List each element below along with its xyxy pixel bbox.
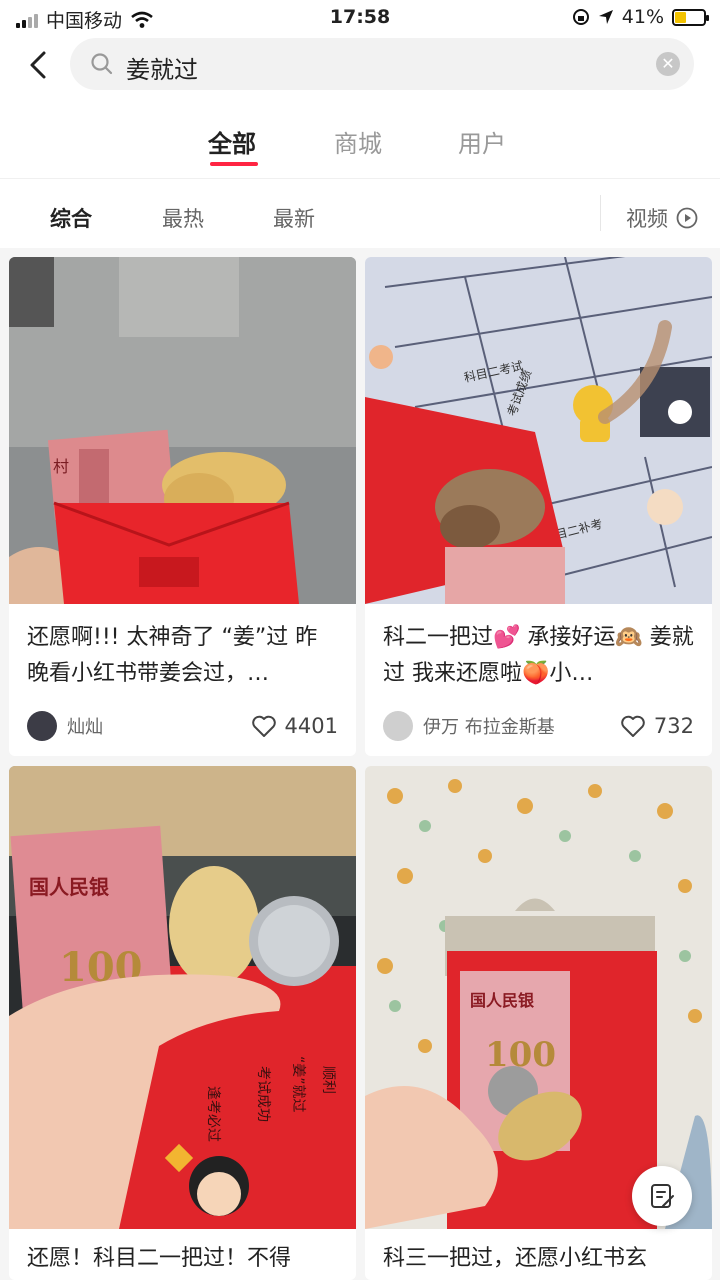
battery-percent: 41% xyxy=(621,6,664,28)
note-card[interactable]: 国人民银 100 考试成功 “姜”就过 顺利 逢考必过 还愿！科目二一把过！不得 xyxy=(9,766,356,1280)
edit-note-icon xyxy=(651,1184,674,1208)
filter-hottest[interactable]: 最热 xyxy=(162,203,204,233)
note-title[interactable]: 还愿啊!!! 太神奇了 “姜”过 昨晚看小红书带姜会过，… xyxy=(9,604,356,696)
note-cover-image[interactable]: 国人民银 100 xyxy=(365,766,712,1229)
note-meta: 伊万 布拉金斯基 732 xyxy=(383,710,694,742)
play-circle-icon xyxy=(676,207,698,229)
banknote-text: 国人民银 xyxy=(29,875,110,899)
filter-newest[interactable]: 最新 xyxy=(273,203,315,233)
banknote-text: 国人民银 xyxy=(470,991,535,1010)
envelope-text: 逢考必过 xyxy=(205,1086,221,1142)
active-tab-indicator xyxy=(210,162,258,166)
note-title[interactable]: 还愿！科目二一把过！不得 xyxy=(9,1229,356,1280)
note-meta: 灿灿 4401 xyxy=(27,710,338,742)
note-card[interactable]: 村 还愿啊!!! 太神奇了 “姜”过 昨晚看小红书带姜会过，… 灿灿 4401 xyxy=(9,257,356,756)
author-name[interactable]: 伊万 布拉金斯基 xyxy=(423,713,620,739)
tab-all[interactable]: 全部 xyxy=(208,124,256,159)
divider xyxy=(600,195,601,231)
banknote-text: 村 xyxy=(53,457,69,476)
status-bar: 中国移动 17:58 41% xyxy=(0,0,720,36)
orientation-lock-icon xyxy=(572,9,589,25)
filter-comprehensive[interactable]: 综合 xyxy=(50,203,92,233)
search-icon xyxy=(91,53,113,75)
envelope-text: 考试成功 xyxy=(255,1066,271,1122)
note-card[interactable]: 科目二考试 考试成绩 科目二补考 科二一把过💕 承接好运🙉 姜就过 我来还愿啦🍑… xyxy=(365,257,712,756)
heart-icon xyxy=(251,715,276,737)
location-icon xyxy=(598,10,613,24)
result-tabs: 全部 商城 用户 xyxy=(0,120,720,172)
like-count: 732 xyxy=(653,714,694,738)
create-note-button[interactable] xyxy=(632,1166,692,1226)
clear-icon[interactable]: ✕ xyxy=(656,52,680,76)
search-query[interactable]: 姜就过 xyxy=(126,50,198,85)
note-cover-image[interactable]: 国人民银 100 考试成功 “姜”就过 顺利 逢考必过 xyxy=(9,766,356,1229)
tab-mall[interactable]: 商城 xyxy=(334,124,382,159)
video-filter-button[interactable]: 视频 xyxy=(626,203,698,233)
search-input[interactable]: 姜就过 ✕ xyxy=(70,38,694,90)
envelope-text: “姜”就过 xyxy=(290,1056,306,1113)
author-name[interactable]: 灿灿 xyxy=(67,713,251,739)
avatar[interactable] xyxy=(383,711,413,741)
note-cover-image[interactable]: 科目二考试 考试成绩 科目二补考 xyxy=(365,257,712,604)
like-button[interactable]: 732 xyxy=(620,714,694,738)
video-filter-label: 视频 xyxy=(626,207,668,231)
note-cover-image[interactable]: 村 xyxy=(9,257,356,604)
filter-bar: 综合 最热 最新 视频 xyxy=(0,178,720,248)
avatar[interactable] xyxy=(27,711,57,741)
envelope-text: 顺利 xyxy=(320,1066,336,1094)
search-header: 姜就过 ✕ 全部 商城 用户 xyxy=(0,36,720,178)
battery-icon xyxy=(672,8,709,26)
tab-users[interactable]: 用户 xyxy=(458,124,506,159)
heart-icon xyxy=(621,715,645,737)
back-button[interactable] xyxy=(22,48,56,82)
battery-level xyxy=(675,11,686,23)
note-title[interactable]: 科二一把过💕 承接好运🙉 姜就过 我来还愿啦🍑小… xyxy=(365,604,712,696)
note-title[interactable]: 科三一把过，还愿小红书玄 xyxy=(365,1229,712,1280)
like-button[interactable]: 4401 xyxy=(251,714,338,738)
like-count: 4401 xyxy=(284,714,338,738)
